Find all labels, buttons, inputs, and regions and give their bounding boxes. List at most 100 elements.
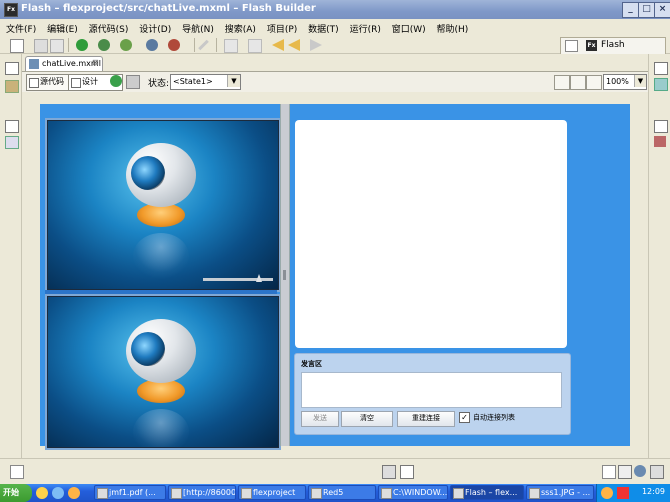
history-back-icon[interactable] (288, 39, 300, 51)
console-icon[interactable] (618, 465, 632, 479)
flash-builder-icon (453, 488, 464, 499)
menu-run[interactable]: 运行(R) (346, 19, 385, 35)
task-cmd[interactable]: C:\WINDOW... (378, 485, 448, 500)
task-browser[interactable]: [http://86000... (168, 485, 236, 500)
ie-icon[interactable] (52, 487, 64, 499)
select-tool-icon[interactable] (554, 75, 570, 90)
task-image[interactable]: sss1.JPG - ... (526, 485, 594, 500)
webcam-reflection (133, 233, 189, 279)
grid-icon[interactable] (126, 75, 140, 89)
messenger-icon[interactable] (68, 487, 80, 499)
properties-icon[interactable] (654, 78, 668, 91)
debug-icon[interactable] (98, 39, 110, 51)
source-icon (29, 78, 39, 88)
webcam-lens-icon (131, 332, 165, 366)
chevron-down-icon: ▼ (634, 75, 646, 87)
browser-icon (171, 488, 182, 499)
print-icon[interactable] (50, 39, 64, 53)
external-tools-icon[interactable] (168, 39, 180, 51)
auto-list-option[interactable]: ✓ 自动连接列表 (459, 412, 515, 423)
forward-icon[interactable] (310, 39, 322, 51)
menu-edit[interactable]: 编辑(E) (43, 19, 82, 35)
prev-annotation-icon[interactable] (224, 39, 238, 53)
title-bar: Fx Flash – flexproject/src/chatLive.mxml… (0, 0, 670, 19)
next-annotation-icon[interactable] (248, 39, 262, 53)
tray-icon[interactable] (601, 487, 613, 499)
menu-window[interactable]: 窗口(W) (388, 19, 430, 35)
menu-file[interactable]: 文件(F) (2, 19, 40, 35)
chevron-down-icon: ▼ (227, 75, 240, 87)
refresh-icon[interactable] (110, 75, 122, 87)
perspective-switcher[interactable]: Fx Flash (560, 37, 666, 55)
run-icon[interactable] (76, 39, 88, 51)
status-bar (0, 458, 670, 484)
editor-area: chatLive.mxml ⊠ 源代码 设计 状态: <State1> ▼ 10… (22, 54, 648, 458)
divider-handle[interactable] (280, 104, 290, 446)
flash-builder-app-icon: Fx (4, 3, 18, 17)
menu-project[interactable]: 项目(P) (263, 19, 301, 35)
task-folder-flexproject[interactable]: flexproject (238, 485, 306, 500)
perspective-label[interactable]: Flash (601, 40, 625, 50)
outline-icon[interactable] (5, 136, 19, 149)
components-icon[interactable] (654, 136, 666, 147)
restore-view-icon[interactable] (5, 62, 19, 75)
remote-video-panel (45, 294, 281, 450)
application-background: 发言区 发送 清空 重建连接 ✓ 自动连接列表 (40, 104, 630, 450)
pan-tool-icon[interactable] (570, 75, 586, 90)
close-button[interactable]: × (654, 2, 670, 18)
menu-source[interactable]: 源代码(S) (85, 19, 133, 35)
toolbar-separator (68, 38, 69, 52)
problems-icon[interactable] (650, 465, 664, 479)
menu-search[interactable]: 搜索(A) (221, 19, 260, 35)
menu-design[interactable]: 设计(D) (135, 19, 175, 35)
clock: 12:09 (641, 487, 665, 496)
send-button[interactable]: 发送 (301, 411, 339, 427)
pencil-icon[interactable] (198, 39, 209, 51)
network-icon[interactable] (634, 465, 646, 477)
open-perspective-icon[interactable] (565, 40, 578, 52)
local-video-panel (45, 118, 281, 292)
left-trim-bar (0, 54, 22, 458)
reconnect-button[interactable]: 重建连接 (397, 411, 455, 427)
folder-icon (311, 488, 322, 499)
auto-list-checkbox[interactable]: ✓ (459, 412, 470, 423)
export-icon[interactable] (146, 39, 158, 51)
maximize-button[interactable]: □ (638, 2, 655, 18)
message-input[interactable] (301, 372, 562, 408)
start-button[interactable]: 开始 (0, 484, 32, 502)
zoom-tool-icon[interactable] (586, 75, 602, 90)
menu-navigate[interactable]: 导航(N) (178, 19, 218, 35)
fast-view-icon[interactable] (10, 465, 24, 479)
task-folder-red5[interactable]: Red5 (308, 485, 376, 500)
restore-view-icon[interactable] (5, 120, 19, 133)
close-tab-icon[interactable]: ⊠ (92, 58, 99, 67)
quicklaunch-icon[interactable] (36, 487, 48, 499)
system-tray: 12:09 (596, 484, 670, 502)
clear-button[interactable]: 清空 (341, 411, 393, 427)
save-icon[interactable] (34, 39, 48, 53)
zoom-select[interactable]: 100% ▼ (603, 74, 647, 90)
back-icon[interactable] (272, 39, 284, 51)
profile-icon[interactable] (120, 39, 132, 51)
help-icon[interactable] (400, 465, 414, 479)
new-file-icon[interactable] (10, 39, 24, 53)
editor-tab[interactable]: chatLive.mxml ⊠ (25, 56, 103, 72)
menu-help[interactable]: 帮助(H) (433, 19, 473, 35)
menu-data[interactable]: 数据(T) (304, 19, 343, 35)
minimize-button[interactable]: _ (622, 2, 639, 18)
restore-view-icon[interactable] (654, 62, 668, 75)
tray-icon[interactable] (617, 487, 629, 499)
printer-icon[interactable] (382, 465, 396, 479)
mxml-file-icon (29, 59, 39, 69)
state-label: 状态: (148, 79, 170, 89)
chat-history-area (295, 120, 567, 348)
task-flash-builder[interactable]: Flash – flex... (450, 485, 524, 500)
state-select[interactable]: <State1> ▼ (170, 74, 241, 90)
folder-icon (241, 488, 252, 499)
cmd-icon (381, 488, 392, 499)
restore-view-icon[interactable] (602, 465, 616, 479)
task-pdf[interactable]: jmf1.pdf (... (94, 485, 166, 500)
volume-slider-track[interactable] (203, 278, 273, 281)
package-explorer-icon[interactable] (5, 80, 19, 93)
restore-view-icon[interactable] (654, 120, 668, 133)
